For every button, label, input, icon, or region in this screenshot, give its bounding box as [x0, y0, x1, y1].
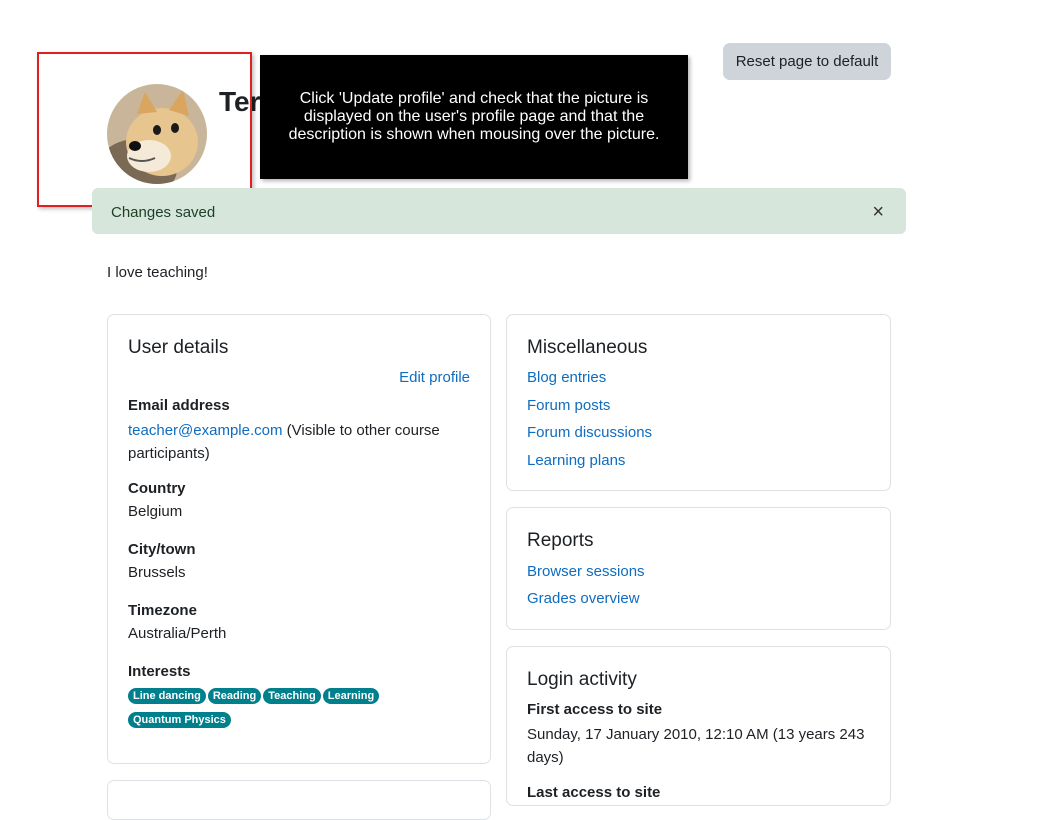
first-access-date: Sunday, 17 January 2010, 12:10 AM (13 ye…: [527, 726, 865, 743]
reports-title: Reports: [527, 530, 594, 551]
avatar[interactable]: [107, 84, 207, 184]
doge-avatar-image: [107, 84, 207, 184]
email-visibility-note-2: participants): [128, 445, 210, 462]
city-label: City/town: [128, 541, 196, 558]
learning-plans-link[interactable]: Learning plans: [527, 452, 625, 469]
timezone-value: Australia/Perth: [128, 625, 227, 642]
alert-message: Changes saved: [111, 204, 216, 221]
course-details-card: [107, 780, 491, 820]
first-access-label: First access to site: [527, 701, 663, 718]
login-activity-title: Login activity: [527, 669, 637, 690]
interest-tag[interactable]: Learning: [322, 688, 380, 704]
interest-tag[interactable]: Reading: [207, 688, 262, 704]
miscellaneous-card: Miscellaneous Blog entries Forum posts F…: [506, 314, 891, 491]
email-label: Email address: [128, 397, 230, 414]
email-link[interactable]: teacher@example.com: [128, 422, 282, 439]
interest-tag[interactable]: Quantum Physics: [128, 712, 231, 728]
city-value: Brussels: [128, 564, 186, 581]
close-icon[interactable]: ×: [872, 202, 884, 222]
email-row: teacher@example.com (Visible to other co…: [128, 419, 468, 465]
country-label: Country: [128, 480, 186, 497]
interests-tag-list: Line dancing Reading Teaching Learning Quan…: [128, 686, 428, 734]
grades-overview-link[interactable]: Grades overview: [527, 590, 640, 607]
tour-step-popup: Click 'Update profile' and check that th…: [260, 55, 688, 179]
user-description: I love teaching!: [107, 264, 208, 281]
timezone-label: Timezone: [128, 602, 197, 619]
email-visibility-note: (Visible to other course: [286, 422, 440, 439]
interests-label: Interests: [128, 663, 191, 680]
user-details-card: User details Edit profile Email address …: [107, 314, 491, 764]
page-title: Ter: [219, 86, 261, 117]
first-access-date-2: days): [527, 749, 564, 766]
forum-discussions-link[interactable]: Forum discussions: [527, 424, 652, 441]
blog-entries-link[interactable]: Blog entries: [527, 369, 606, 386]
miscellaneous-title: Miscellaneous: [527, 337, 648, 358]
forum-posts-link[interactable]: Forum posts: [527, 397, 610, 414]
success-alert: Changes saved ×: [92, 188, 906, 234]
browser-sessions-link[interactable]: Browser sessions: [527, 563, 645, 580]
interest-tag[interactable]: Line dancing: [128, 688, 206, 704]
reports-card: Reports Browser sessions Grades overview: [506, 507, 891, 630]
tour-step-text: Click 'Update profile' and check that th…: [288, 90, 660, 143]
edit-profile-link[interactable]: Edit profile: [399, 369, 470, 386]
interest-tag[interactable]: Teaching: [263, 688, 321, 704]
first-access-value: Sunday, 17 January 2010, 12:10 AM (13 ye…: [527, 723, 877, 769]
login-activity-card: Login activity First access to site Sund…: [506, 646, 891, 806]
last-access-label: Last access to site: [527, 784, 661, 801]
user-details-title: User details: [128, 337, 229, 358]
country-value: Belgium: [128, 503, 183, 520]
reset-page-button[interactable]: Reset page to default: [723, 43, 891, 80]
